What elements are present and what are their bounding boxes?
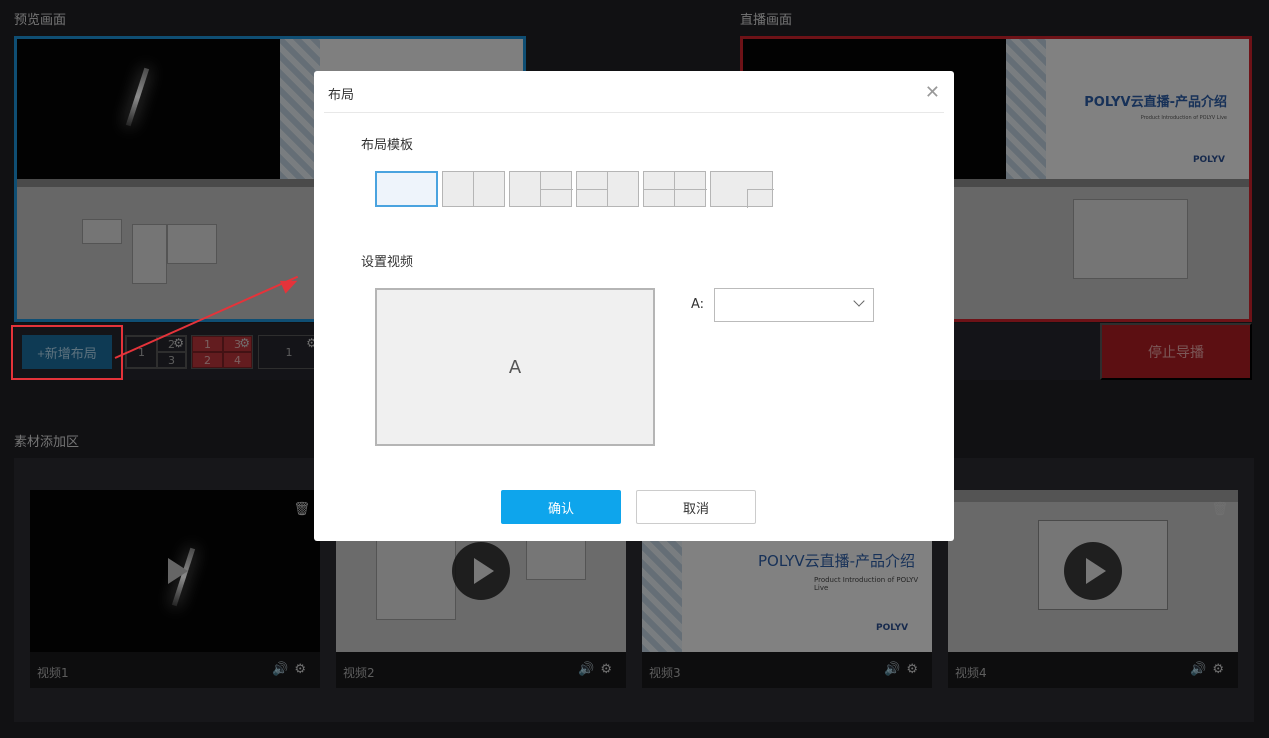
close-icon[interactable]: ✕ [925, 82, 940, 103]
template-two-plus-one[interactable] [576, 171, 639, 207]
video-label: 设置视频 [361, 255, 414, 270]
cancel-button[interactable]: 取消 [636, 490, 756, 524]
video-slot-a[interactable]: A [375, 288, 655, 446]
dialog-title: 布局 [328, 88, 355, 103]
slot-label: A [508, 356, 522, 378]
template-two-col[interactable] [442, 171, 505, 207]
dialog-divider [324, 112, 944, 113]
template-pip[interactable] [710, 171, 774, 208]
template-single[interactable] [375, 171, 438, 207]
layout-dialog: 布局 ✕ 布局模板 设置视频 A A: 确认 取消 [314, 71, 954, 541]
template-quad[interactable] [643, 171, 707, 207]
template-label: 布局模板 [361, 138, 414, 153]
chevron-down-icon [853, 295, 865, 307]
video-select[interactable] [714, 288, 874, 322]
select-label: A: [691, 297, 705, 312]
template-one-plus-two[interactable] [509, 171, 573, 207]
annotation-box [11, 325, 123, 380]
confirm-button[interactable]: 确认 [501, 490, 621, 524]
